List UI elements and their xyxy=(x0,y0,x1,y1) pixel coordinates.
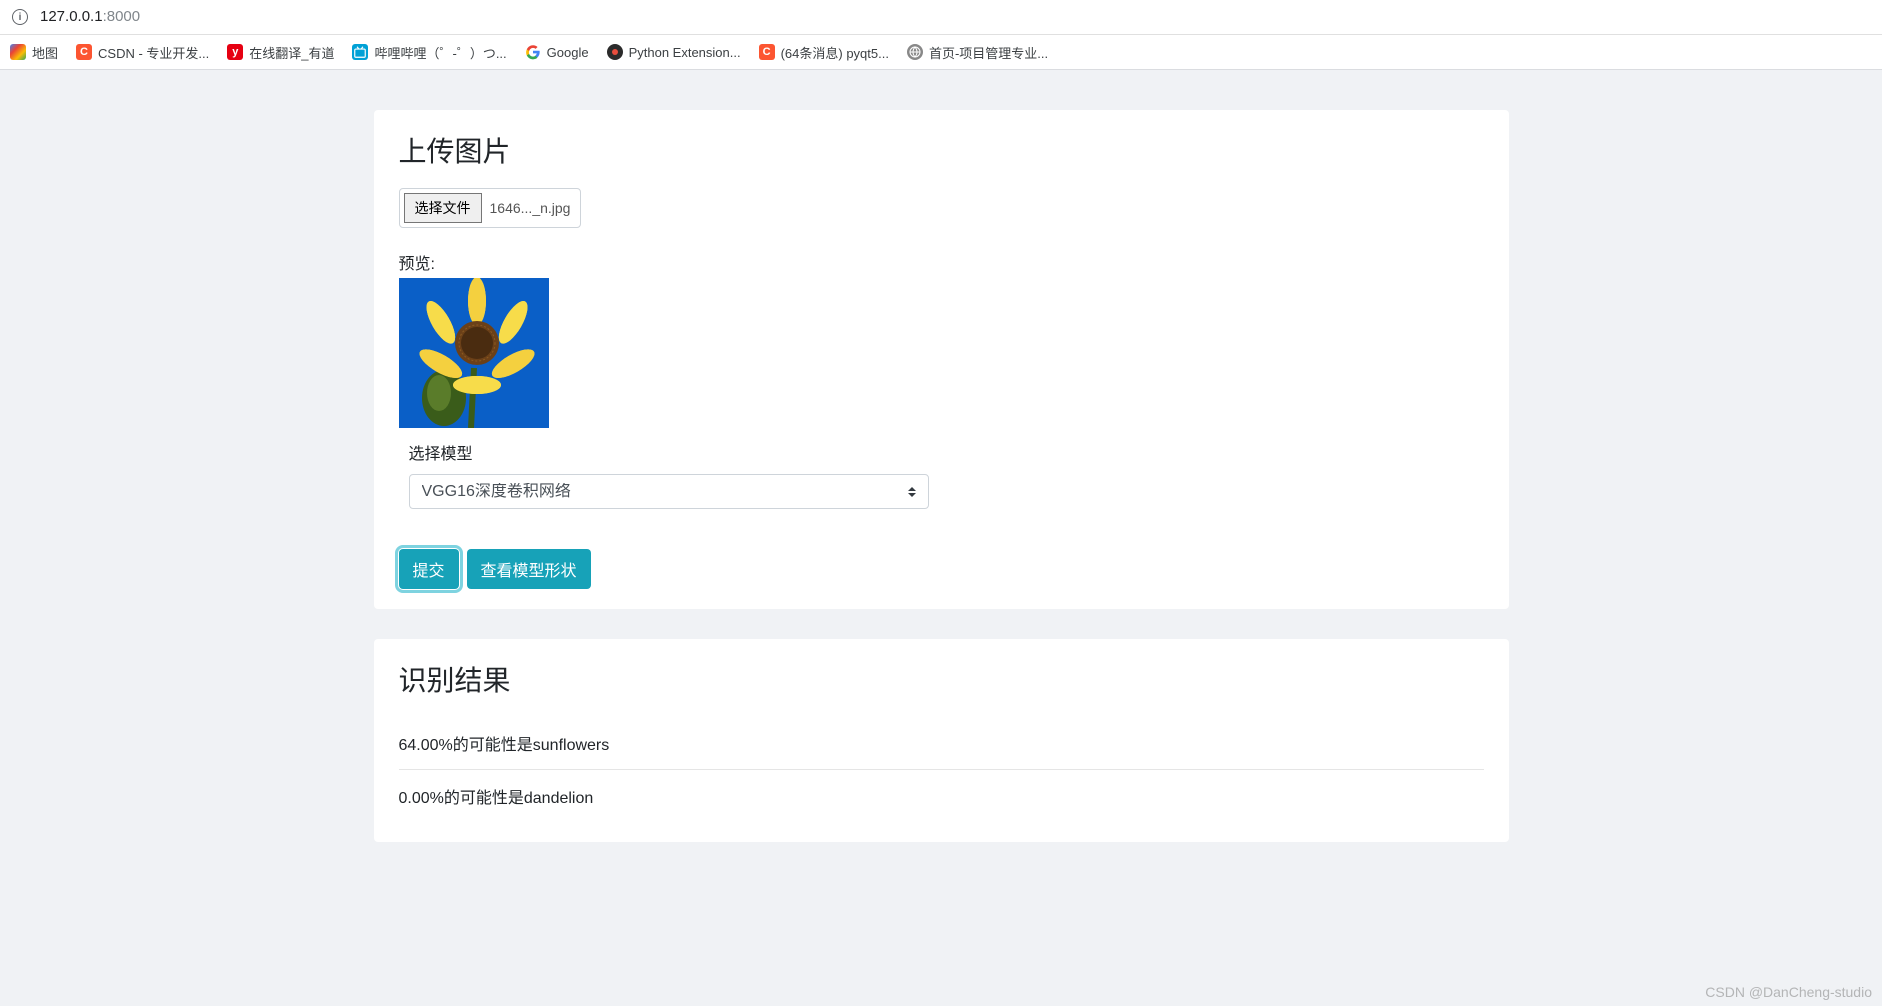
bookmark-maps[interactable]: 地图 xyxy=(10,43,58,62)
result-item: 64.00%的可能性是sunflowers xyxy=(399,717,1484,769)
bookmark-label: 地图 xyxy=(32,43,58,62)
bookmark-pm[interactable]: 首页-项目管理专业... xyxy=(907,43,1048,62)
bookmark-pyqt5[interactable]: C (64条消息) pyqt5... xyxy=(759,43,889,62)
view-model-shape-button[interactable]: 查看模型形状 xyxy=(467,549,591,589)
python-icon xyxy=(607,44,623,60)
bookmark-python-ext[interactable]: Python Extension... xyxy=(607,44,741,60)
result-item: 0.00%的可能性是dandelion xyxy=(399,770,1484,822)
bookmark-label: 哔哩哔哩（゜-゜）つ... xyxy=(374,43,506,62)
model-label: 选择模型 xyxy=(409,440,1484,464)
preview-label: 预览: xyxy=(399,250,1484,274)
choose-file-button[interactable]: 选择文件 xyxy=(404,193,482,223)
preview-image xyxy=(399,278,549,428)
bookmarks-bar: 地图 C CSDN - 专业开发... y 在线翻译_有道 哔哩哔哩（゜-゜）つ… xyxy=(0,35,1882,70)
upload-card: 上传图片 选择文件 1646..._n.jpg 预览: xyxy=(374,110,1509,609)
bookmark-label: Python Extension... xyxy=(629,45,741,60)
bookmark-label: Google xyxy=(547,45,589,60)
info-icon[interactable]: i xyxy=(12,9,28,25)
bookmark-csdn[interactable]: C CSDN - 专业开发... xyxy=(76,43,209,62)
youdao-icon: y xyxy=(227,44,243,60)
bookmark-label: 在线翻译_有道 xyxy=(249,43,334,62)
url-host[interactable]: 127.0.0.1:8000 xyxy=(40,8,140,26)
watermark: CSDN @DanCheng-studio xyxy=(1705,984,1872,1000)
csdn-icon: C xyxy=(759,44,775,60)
bookmark-label: (64条消息) pyqt5... xyxy=(781,43,889,62)
bilibili-icon xyxy=(352,44,368,60)
results-card: 识别结果 64.00%的可能性是sunflowers 0.00%的可能性是dan… xyxy=(374,639,1509,842)
google-icon xyxy=(525,44,541,60)
model-select[interactable]: VGG16深度卷积网络 xyxy=(409,474,929,509)
csdn-icon: C xyxy=(76,44,92,60)
bookmark-label: 首页-项目管理专业... xyxy=(929,43,1048,62)
sunflower-image xyxy=(399,278,549,428)
address-bar: i 127.0.0.1:8000 xyxy=(0,0,1882,35)
globe-icon xyxy=(907,44,923,60)
bookmark-youdao[interactable]: y 在线翻译_有道 xyxy=(227,43,334,62)
submit-button[interactable]: 提交 xyxy=(399,549,459,589)
page-content: 上传图片 选择文件 1646..._n.jpg 预览: xyxy=(0,70,1882,872)
bookmark-google[interactable]: Google xyxy=(525,44,589,60)
upload-title: 上传图片 xyxy=(399,130,1484,170)
results-title: 识别结果 xyxy=(399,659,1484,699)
bookmark-bilibili[interactable]: 哔哩哔哩（゜-゜）つ... xyxy=(352,43,506,62)
file-input-group[interactable]: 选择文件 1646..._n.jpg xyxy=(399,188,582,228)
selected-filename: 1646..._n.jpg xyxy=(486,200,581,216)
bookmark-label: CSDN - 专业开发... xyxy=(98,43,209,62)
maps-icon xyxy=(10,44,26,60)
